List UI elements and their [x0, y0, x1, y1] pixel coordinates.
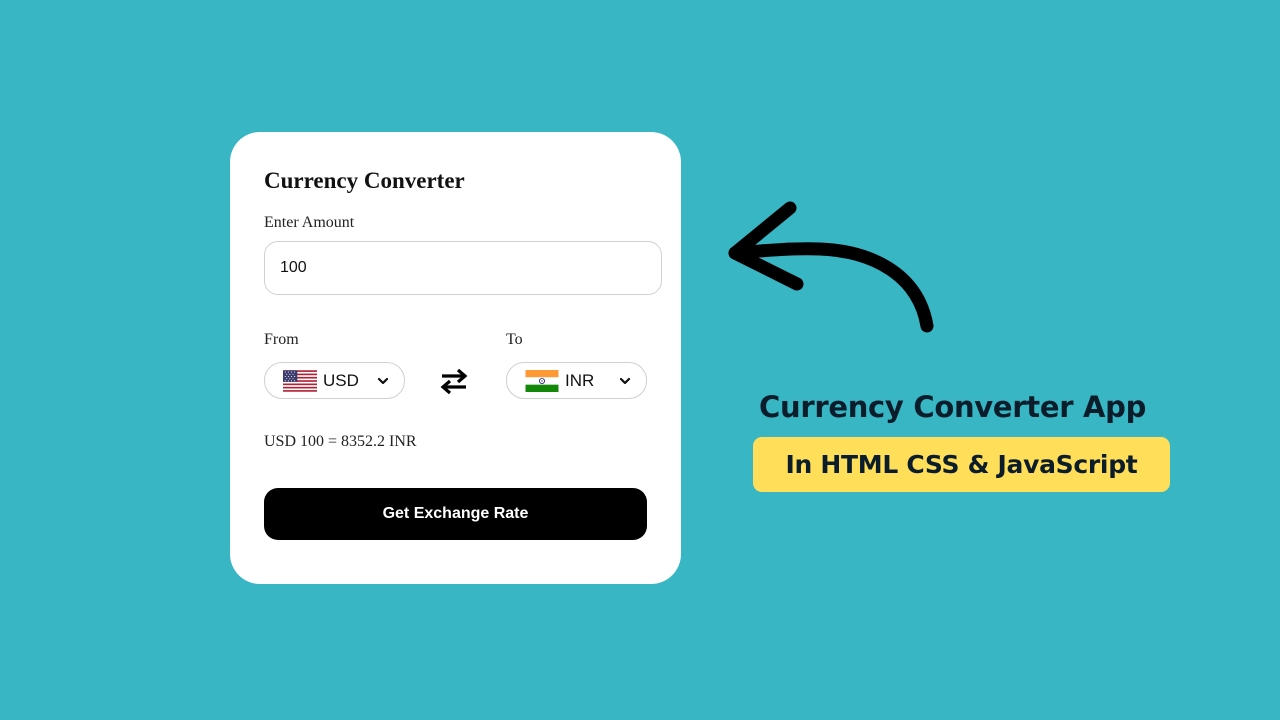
amount-label: Enter Amount [264, 214, 355, 231]
conversion-result: USD 100 = 8352.2 INR [264, 433, 417, 450]
from-currency-code: USD [323, 370, 359, 390]
amount-input[interactable] [264, 241, 662, 295]
to-label: To [506, 331, 523, 348]
to-currency-select[interactable]: INR [506, 362, 647, 399]
from-label: From [264, 331, 299, 348]
chevron-down-icon [377, 377, 389, 384]
converter-card: Currency Converter Enter Amount From To … [230, 132, 681, 584]
from-currency-select[interactable]: USD [264, 362, 405, 399]
curved-arrow-icon [728, 201, 934, 333]
chevron-down-icon [619, 377, 631, 384]
promo-subheadline: In HTML CSS & JavaScript [753, 437, 1170, 492]
to-currency-code: INR [565, 370, 595, 390]
promo-headline: Currency Converter App [759, 390, 1147, 424]
us-flag-icon [283, 369, 317, 392]
card-title: Currency Converter [264, 168, 465, 193]
get-exchange-rate-button[interactable]: Get Exchange Rate [264, 488, 647, 540]
india-flag-icon [525, 369, 559, 392]
swap-icon[interactable] [438, 367, 470, 395]
